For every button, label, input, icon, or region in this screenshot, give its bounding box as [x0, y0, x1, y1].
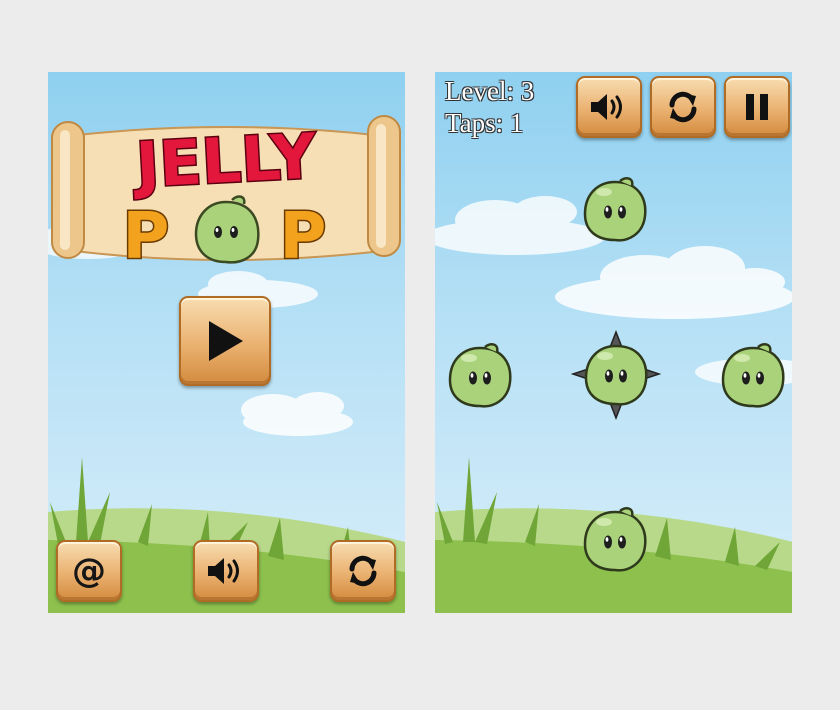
refresh-icon	[349, 555, 377, 587]
game-sound-button[interactable]	[576, 76, 642, 138]
sound-button[interactable]	[193, 540, 259, 602]
logo-word-jelly: JELLY	[130, 119, 318, 202]
level-label: Level: 3	[445, 76, 535, 106]
green-jelly-blob	[583, 507, 647, 572]
green-jelly-blob	[448, 343, 512, 408]
contact-button[interactable]: @	[56, 540, 122, 602]
jelly-bottom[interactable]	[580, 506, 650, 580]
cloud	[241, 392, 353, 436]
pause-icon	[746, 94, 768, 120]
refresh-icon	[669, 91, 697, 123]
jelly-top[interactable]	[580, 176, 650, 250]
restart-button[interactable]	[330, 540, 396, 602]
jelly-pop-logo: JELLY P P	[51, 115, 401, 276]
green-jelly-blob	[583, 177, 647, 242]
game-screen: Level: 3 Taps: 1	[435, 72, 792, 613]
spiked-jelly-blob	[570, 329, 662, 421]
jelly-left[interactable]	[445, 342, 515, 416]
play-button[interactable]	[179, 296, 271, 386]
taps-label: Taps: 1	[445, 108, 524, 138]
jelly-center-spiked[interactable]	[570, 329, 662, 424]
speaker-icon	[591, 94, 622, 120]
jelly-right[interactable]	[718, 342, 788, 416]
pause-button[interactable]	[724, 76, 790, 138]
menu-screen: JELLY P P @	[48, 72, 405, 613]
play-icon	[209, 321, 243, 361]
green-jelly-blob	[721, 343, 785, 408]
logo-letter-p1: P	[123, 200, 170, 274]
speaker-icon	[208, 558, 239, 584]
game-restart-button[interactable]	[650, 76, 716, 138]
logo-letter-p2: P	[280, 200, 327, 274]
cloud	[555, 246, 792, 319]
at-icon: @	[72, 551, 106, 591]
